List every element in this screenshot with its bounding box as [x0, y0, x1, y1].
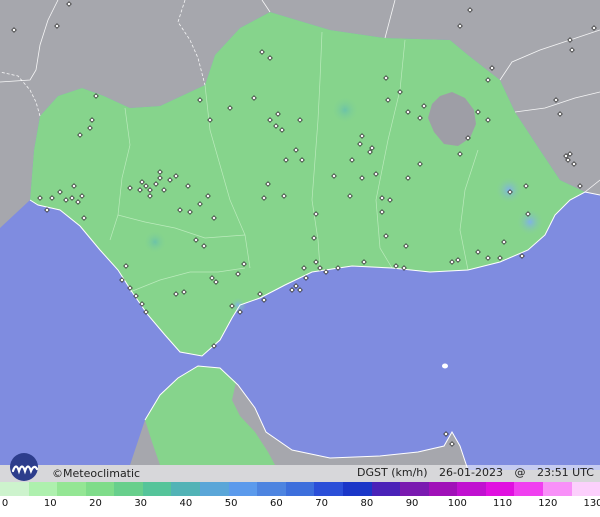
- gust-patch: [516, 208, 544, 236]
- color-scale-label: 20: [89, 498, 102, 509]
- gust-patch: [495, 176, 523, 204]
- color-scale-swatch: [142, 482, 172, 496]
- meteoclimatic-logo-icon: [10, 453, 39, 481]
- gust-patch: [143, 230, 167, 254]
- color-scale-swatch: [171, 482, 201, 496]
- date-separator: @: [514, 466, 526, 479]
- color-scale-label: 90: [405, 498, 419, 509]
- color-scale-swatch: [571, 482, 600, 496]
- color-scale-swatch: [428, 482, 458, 496]
- color-scale-swatch: [342, 482, 372, 496]
- color-scale-swatch: [400, 482, 429, 496]
- color-scale-swatch: [371, 482, 401, 496]
- color-scale-label: 120: [538, 498, 558, 509]
- color-scale-swatch: [285, 482, 315, 496]
- color-scale-label: 10: [43, 498, 57, 509]
- color-scale-swatch: [228, 482, 258, 496]
- color-scale-swatch: [85, 482, 115, 496]
- wind-gust-map: [0, 0, 600, 517]
- color-scale-swatch: [457, 482, 486, 496]
- map-info: DGST (km/h) 26-01-2023 @ 23:51 UTC: [357, 466, 594, 479]
- brand-name: ©Meteoclimatic: [52, 467, 141, 480]
- color-scale-swatch: [114, 482, 143, 496]
- variable-label: DGST (km/h): [357, 466, 428, 479]
- color-scale-swatch: [542, 482, 572, 496]
- color-scale: 0 10 20 30 40 50 60 70 80 90 100 110 120 130: [0, 482, 600, 517]
- color-scale-label: 100: [447, 498, 467, 509]
- color-scale-swatch: [0, 482, 29, 496]
- color-scale-label: 50: [224, 498, 238, 509]
- color-scale-label: 0: [1, 498, 9, 509]
- color-scale-swatch: [257, 482, 286, 496]
- brand: ©Meteoclimatic: [6, 448, 140, 482]
- color-scale-swatch: [314, 482, 343, 496]
- color-scale-swatch: [28, 482, 58, 496]
- color-scale-label: 30: [134, 498, 148, 509]
- color-scale-label: 60: [270, 498, 283, 509]
- color-scale-label: 130: [583, 498, 600, 509]
- map-time: 23:51 UTC: [536, 466, 594, 479]
- color-scale-labels: 0 10 20 30 40 50 60 70 80 90 100 110 120 130: [0, 498, 600, 514]
- map-date: 26-01-2023: [439, 466, 503, 479]
- color-scale-swatch: [200, 482, 229, 496]
- color-scale-label: 110: [492, 498, 513, 509]
- color-scale-swatch: [57, 482, 86, 496]
- alboran-island: [442, 363, 448, 369]
- gust-patch: [331, 96, 359, 124]
- color-scale-label: 80: [360, 498, 374, 509]
- color-scale-swatch: [514, 482, 543, 496]
- color-scale-label: 70: [315, 498, 328, 509]
- color-scale-label: 40: [179, 498, 193, 509]
- color-scale-swatch: [485, 482, 515, 496]
- color-scale-bar: [0, 482, 600, 496]
